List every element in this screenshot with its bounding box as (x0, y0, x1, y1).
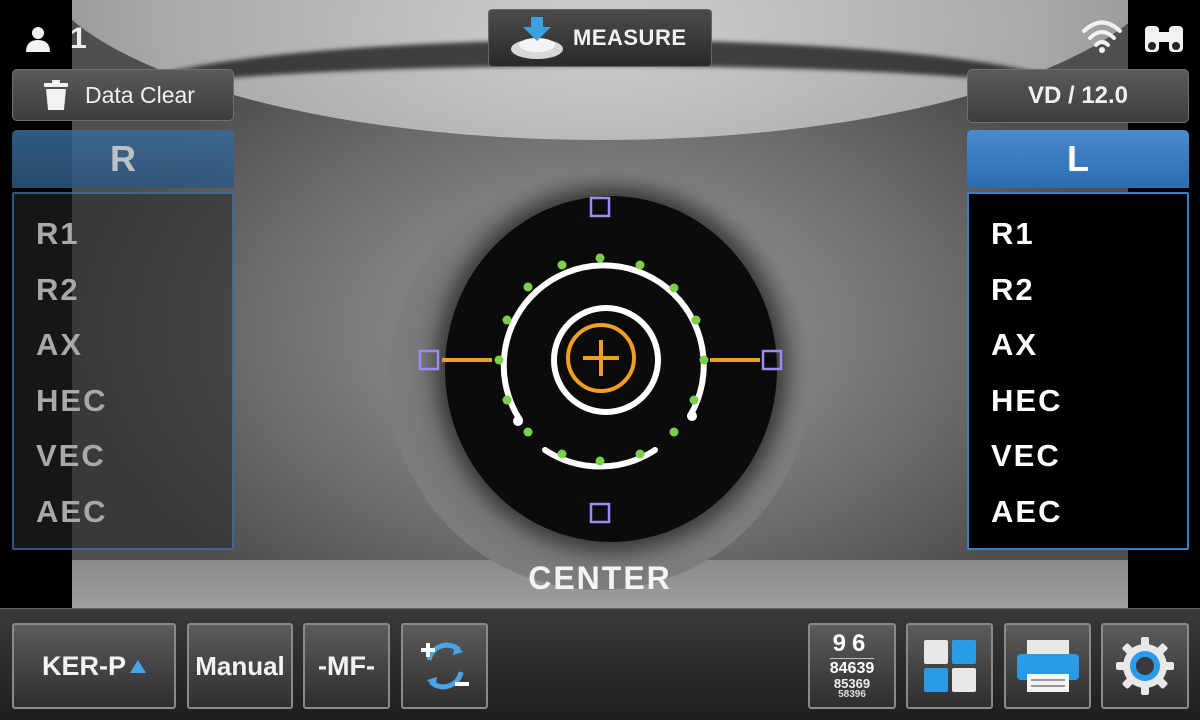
measure-icon (511, 17, 563, 59)
manual-label: Manual (195, 650, 285, 681)
right-eye-row-r1: R1 (36, 216, 80, 251)
user-count: 1 (70, 22, 87, 55)
left-eye-row-vec: VEC (991, 438, 1061, 473)
zoom-cycle-icon (420, 642, 469, 690)
right-eye-row-aec: AEC (36, 493, 108, 529)
measure-label: MEASURE (573, 25, 687, 50)
mf-button[interactable]: -MF- (303, 623, 390, 709)
vertex-distance-label: VD / 12.0 (1027, 82, 1129, 109)
right-eye-row-hec: HEC (36, 382, 108, 418)
mode-label: KER-P (41, 650, 126, 681)
counter-line-1: 96 (832, 630, 872, 657)
vertex-distance-display[interactable]: VD / 12.0 (967, 69, 1189, 123)
right-eye-header[interactable]: R (12, 130, 234, 188)
left-eye-panel[interactable]: L R1 R2 AX HEC VEC AEC (967, 130, 1189, 550)
print-button[interactable] (1004, 623, 1091, 709)
data-clear-button[interactable]: Data Clear (12, 69, 234, 121)
marker-left (418, 349, 440, 371)
mode-up-arrow-icon (130, 659, 146, 673)
right-eye-row-ax: AX (36, 327, 84, 362)
zoom-button[interactable] (401, 623, 488, 709)
ring-dot-left (513, 416, 523, 426)
alignment-status: CENTER (528, 560, 672, 596)
mf-label: -MF- (318, 650, 375, 681)
left-eye-values: R1 R2 AX HEC VEC AEC (967, 192, 1189, 550)
right-eye-panel[interactable]: R R1 R2 AX HEC VEC AEC (12, 130, 234, 550)
printer-icon (1016, 640, 1079, 692)
measure-button[interactable]: MEASURE (488, 9, 712, 67)
left-eye-row-r1: R1 (991, 216, 1035, 251)
left-eye-header[interactable]: L (967, 130, 1189, 188)
marker-right (761, 349, 783, 371)
left-eye-row-aec: AEC (991, 493, 1063, 529)
counter-button[interactable]: 96 84639 85369 58396 (808, 623, 896, 709)
right-eye-row-r2: R2 (36, 271, 80, 307)
user-icon (26, 27, 50, 52)
measurement-counter: 96 84639 85369 58396 (829, 630, 875, 700)
manual-button[interactable]: Manual (187, 623, 293, 709)
marker-bottom (589, 502, 611, 524)
right-eye-values: R1 R2 AX HEC VEC AEC (12, 192, 234, 550)
left-eye-row-ax: AX (991, 327, 1039, 362)
left-eye-row-r2: R2 (991, 271, 1035, 307)
right-eye-row-vec: VEC (36, 438, 106, 473)
left-eye-row-hec: HEC (991, 382, 1063, 418)
settings-button[interactable] (1101, 623, 1189, 709)
mode-button[interactable]: KER-P (12, 623, 176, 709)
layout-button[interactable] (906, 623, 993, 709)
gear-icon (1116, 637, 1174, 695)
data-clear-label: Data Clear (85, 81, 195, 108)
trash-icon (44, 80, 68, 110)
binocular-icon (1145, 26, 1183, 52)
marker-top (589, 196, 611, 218)
counter-line-2: 84639 (829, 658, 875, 677)
ring-dot-right (687, 411, 697, 421)
layout-grid-icon (923, 640, 976, 692)
counter-line-4: 58396 (838, 689, 866, 700)
wifi-icon (1082, 20, 1122, 53)
